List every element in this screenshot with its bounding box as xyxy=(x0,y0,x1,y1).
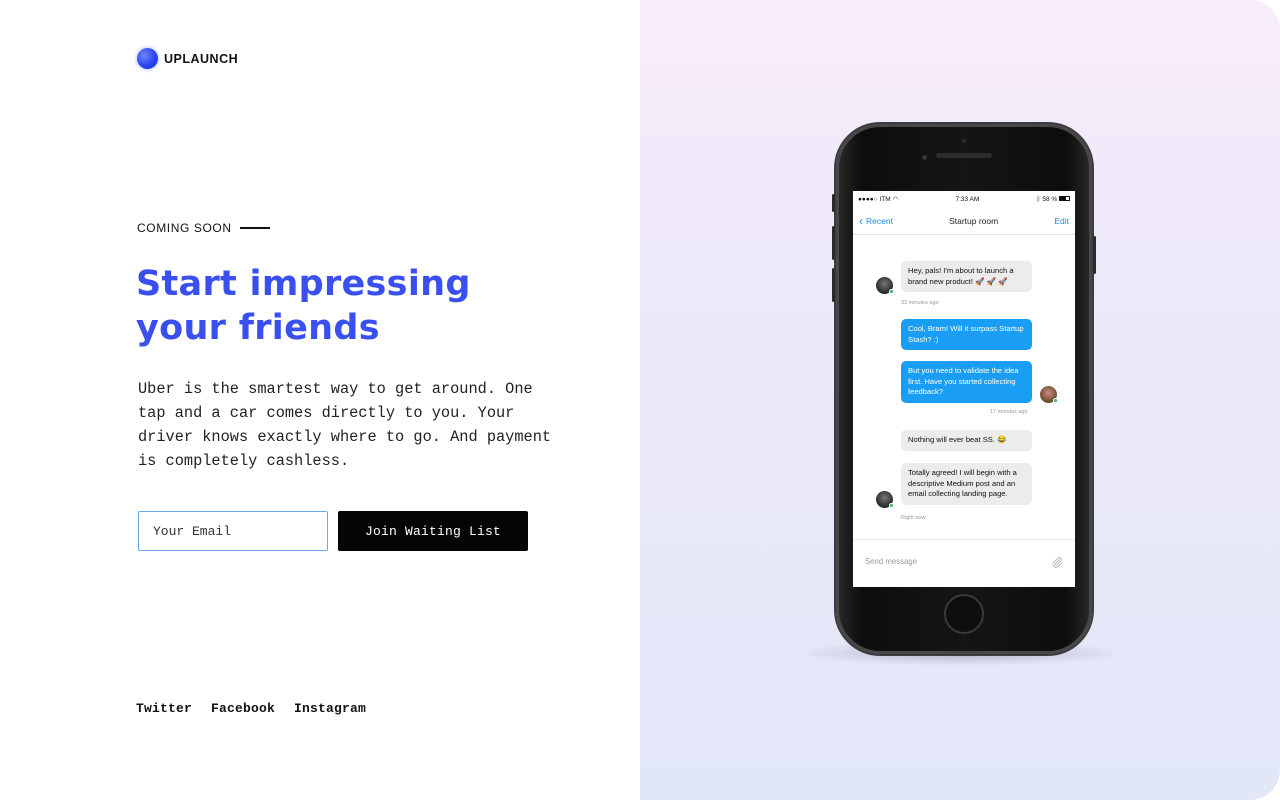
wifi-icon: ◠ xyxy=(892,196,899,203)
battery-icon xyxy=(1059,196,1070,202)
headline-line-1: Start impressing xyxy=(136,264,471,304)
online-indicator xyxy=(1053,398,1058,403)
chat-title: Startup room xyxy=(949,215,999,226)
online-indicator xyxy=(889,289,894,294)
page-title: Start impressing your friends xyxy=(136,262,556,350)
twitter-link[interactable]: Twitter xyxy=(136,701,192,716)
right-panel: ●●●●○ ITM ◠ 7:33 AM ᛒ 58 % ‹ Recent Star… xyxy=(640,0,1280,800)
phone-mockup: ●●●●○ ITM ◠ 7:33 AM ᛒ 58 % ‹ Recent Star… xyxy=(832,124,1096,654)
status-time: 7:33 AM xyxy=(955,195,980,203)
message-bubble: Nothing will ever beat SS. 😂 xyxy=(901,430,1032,451)
chevron-left-icon: ‹ xyxy=(859,213,863,228)
phone-screen: ●●●●○ ITM ◠ 7:33 AM ᛒ 58 % ‹ Recent Star… xyxy=(853,191,1075,587)
power-button xyxy=(1093,236,1096,274)
chat-navbar: ‹ Recent Startup room Edit xyxy=(853,207,1075,235)
volume-up-button xyxy=(832,226,835,260)
battery: ᛒ 58 % xyxy=(1037,196,1070,203)
eyebrow: COMING SOON xyxy=(137,221,270,235)
email-field[interactable] xyxy=(138,511,328,551)
back-button[interactable]: ‹ Recent xyxy=(859,215,893,227)
avatar[interactable] xyxy=(1040,386,1058,403)
message-composer[interactable]: Send message xyxy=(853,539,1075,583)
bluetooth-icon: ᛒ xyxy=(1036,195,1041,203)
headline-line-2: your friends xyxy=(136,308,380,348)
message-bubble: Cool, Bram! Will it surpass Startup Stas… xyxy=(901,319,1032,351)
brand-name: UPLAUNCH xyxy=(164,51,239,66)
facebook-link[interactable]: Facebook xyxy=(211,701,275,716)
message-timestamp: 33 minutes ago xyxy=(901,300,939,306)
avatar[interactable] xyxy=(876,491,894,508)
proximity-sensor xyxy=(962,139,966,143)
carrier: ●●●●○ ITM ◠ xyxy=(858,196,899,203)
message-input[interactable]: Send message xyxy=(865,557,917,566)
join-waiting-list-button[interactable]: Join Waiting List xyxy=(338,511,528,551)
eyebrow-text: COMING SOON xyxy=(137,221,232,235)
volume-down-button xyxy=(832,268,835,302)
logo-mark-icon xyxy=(137,48,158,69)
home-button[interactable] xyxy=(944,594,984,634)
avatar[interactable] xyxy=(876,277,894,294)
instagram-link[interactable]: Instagram xyxy=(294,701,366,716)
message-bubble: Totally agreed! I will begin with a desc… xyxy=(901,463,1032,505)
message-timestamp: 17 minutes ago xyxy=(990,409,1028,415)
status-bar: ●●●●○ ITM ◠ 7:33 AM ᛒ 58 % xyxy=(853,191,1075,207)
message-timestamp: Right now xyxy=(901,515,926,521)
speaker-grille xyxy=(936,153,992,158)
message-bubble: But you need to validate the idea first.… xyxy=(901,361,1032,403)
description: Uber is the smartest way to get around. … xyxy=(138,380,552,470)
edit-button[interactable]: Edit xyxy=(1054,216,1069,226)
online-indicator xyxy=(889,503,894,508)
eyebrow-divider xyxy=(239,227,270,229)
camera-icon xyxy=(922,155,927,160)
mute-switch xyxy=(832,194,835,212)
paperclip-icon[interactable] xyxy=(1051,556,1063,568)
back-label: Recent xyxy=(866,215,893,226)
social-links: Twitter Facebook Instagram xyxy=(136,701,366,716)
logo[interactable]: UPLAUNCH xyxy=(137,48,238,69)
message-bubble: Hey, pals! I'm about to launch a brand n… xyxy=(901,261,1032,293)
chat-thread: Hey, pals! I'm about to launch a brand n… xyxy=(853,235,1075,535)
left-panel: UPLAUNCH COMING SOON Start impressing yo… xyxy=(0,0,640,800)
